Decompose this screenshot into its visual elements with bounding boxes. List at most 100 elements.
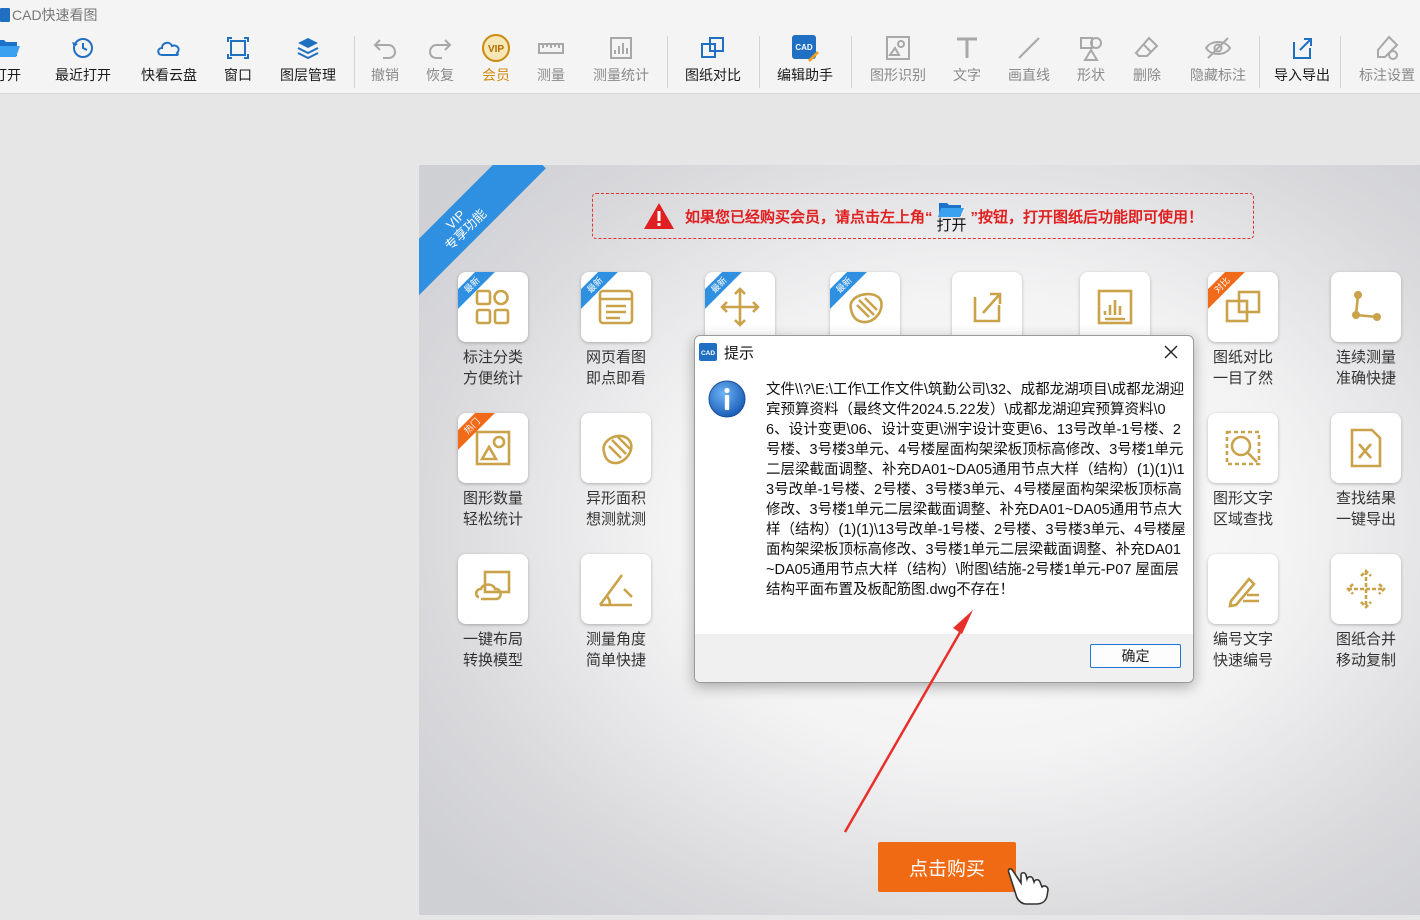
feature-title: 标注分类 [462,349,523,366]
feature-tile-numbering[interactable]: 编号文字 快速编号 [1193,554,1293,674]
toolbar-button-line[interactable]: 画直线 [998,30,1060,94]
feature-subtitle: 方便统计 [462,370,523,387]
toolbar-label: 测量 [537,67,565,83]
undo-icon-wrap [358,30,412,66]
line-icon [1018,37,1040,59]
import-export-icon [1293,38,1312,59]
feature-icon-box [1331,413,1401,483]
feature-subtitle: 快速编号 [1212,652,1273,669]
feature-icon-box [581,413,651,483]
toolbar-separator [667,36,668,88]
feature-subtitle: 简单快捷 [585,652,646,669]
toolbar-label: 图层管理 [280,67,336,83]
annotation-settings-icon-wrap [1348,30,1420,66]
eye-hide-icon [1204,37,1232,59]
feature-title: 查找结果 [1335,490,1396,507]
toolbar-button-text[interactable]: 文字 [940,30,994,94]
toolbar-button-eye-hide[interactable]: 隐藏标注 [1180,30,1256,94]
toolbar-button-redo[interactable]: 恢复 [413,30,467,94]
toolbar-button-compare[interactable]: 图纸对比 [674,30,752,94]
edit-assistant-icon-text: CAD [795,43,813,52]
layers-icon-wrap [270,30,346,66]
feature-icon-box: 最新 [581,272,651,342]
cad-app-icon: CAD [699,343,717,361]
toolbar-button-eraser[interactable]: 删除 [1120,30,1174,94]
eraser-icon-wrap [1120,30,1174,66]
toolbar-label: 隐藏标注 [1190,67,1246,83]
toolbar-label: 撤销 [371,67,399,83]
feature-title: 图纸对比 [1212,349,1273,366]
toolbar-button-cloud[interactable]: 快看云盘 [130,30,208,94]
toolbar-separator [354,36,355,88]
feature-subtitle: 移动复制 [1335,652,1396,669]
folder-open-icon [938,202,965,217]
toolbar-button-edit-assistant[interactable]: CAD 编辑助手 [766,30,844,94]
toolbar-separator [851,36,852,88]
feature-icon-box [1331,554,1401,624]
feature-icon-box [581,554,651,624]
toolbar-button-history[interactable]: 最近打开 [44,30,122,94]
merge-move-icon [1346,569,1386,609]
toolbar-button-layers[interactable]: 图层管理 [270,30,346,94]
vip-icon-text: VIP [488,44,504,55]
feature-tile-continuous-measure[interactable]: 连续测量 准确快捷 [1316,272,1416,392]
message-dialog: CAD 提示 文件\\?\E:\工作\工作文件\筑勤公司\32、成都龙湖项目\成… [694,335,1194,683]
feature-tile-region-search[interactable]: 图形文字 区域查找 [1193,413,1293,533]
folder-open-icon [0,40,20,57]
toolbar-label: 图形识别 [870,67,926,83]
dialog-close-button[interactable] [1159,340,1183,364]
toolbar-button-annotation-settings[interactable]: 标注设置 [1348,30,1420,94]
redo-icon-wrap [413,30,467,66]
feature-subtitle: 想测就测 [585,511,646,528]
edit-assistant-icon: CAD [792,35,819,62]
feature-icon-box [1208,554,1278,624]
main-toolbar: 打开 最近打开 快看云盘 窗口 图层管理 撤销 恢复 VIP 会员 测量 测量统计 图纸对比 CAD 编辑… [0,30,1420,94]
ruler-icon-wrap [524,30,578,66]
toolbar-button-import-export[interactable]: 导入导出 [1266,30,1338,94]
feature-tile-compare[interactable]: 对比 图纸对比 一目了然 [1193,272,1293,392]
feature-tile-result-export[interactable]: 查找结果 一键导出 [1316,413,1416,533]
measure-stats-icon-wrap [584,30,658,66]
feature-tile-web-view[interactable]: 最新 网页看图 即点即看 [566,272,666,392]
toolbar-button-shape-recognize[interactable]: 图形识别 [860,30,936,94]
compare-icon [701,37,724,58]
feature-subtitle: 一键导出 [1335,511,1396,528]
feature-tile-angle-measure[interactable]: 测量角度 简单快捷 [566,554,666,674]
feature-icon-box [1080,272,1150,342]
toolbar-label: 画直线 [1008,67,1050,83]
feature-icon-box: 热门 [458,413,528,483]
feature-title: 图纸合并 [1335,631,1396,648]
feature-tile-merge-move[interactable]: 图纸合并 移动复制 [1316,554,1416,674]
feature-icon-box [1331,272,1401,342]
shape-fill-icon [849,292,883,324]
app-logo-icon [0,8,10,22]
pointer-hand-icon [1007,868,1049,905]
toolbar-button-shapes[interactable]: 形状 [1064,30,1118,94]
shapes-icon [1080,37,1102,61]
buy-button[interactable]: 点击购买 [878,842,1016,892]
ok-button[interactable]: 确定 [1090,644,1181,668]
toolbar-button-folder-open[interactable]: 打开 [0,30,34,94]
feature-subtitle: 即点即看 [585,370,646,387]
toolbar-label: 测量统计 [593,67,649,83]
toolbar-button-window[interactable]: 窗口 [212,30,264,94]
toolbar-button-measure-stats[interactable]: 测量统计 [584,30,658,94]
eraser-icon [1134,36,1159,57]
dialog-titlebar: CAD 提示 [695,336,1193,368]
feature-tile-irregular-area[interactable]: 异形面积 想测就测 [566,413,666,533]
feature-tile-layout-convert[interactable]: 一键布局 转换模型 [443,554,543,674]
warning-icon [643,203,674,229]
measure-stats-icon [610,37,632,59]
feature-tile-shape-count[interactable]: 热门 图形数量 轻松统计 [443,413,543,533]
feature-icon-box: 对比 [1208,272,1278,342]
feature-icon-box: 最新 [458,272,528,342]
import-export-icon-wrap [1266,30,1338,66]
toolbar-button-ruler[interactable]: 测量 [524,30,578,94]
toolbar-button-vip[interactable]: VIP 会员 [468,30,524,94]
feature-tile-tag-classify[interactable]: 最新标注分类方便统计 [443,272,543,392]
title-bar: CAD快速看图 [0,0,1420,30]
toolbar-separator [1259,36,1260,88]
toolbar-button-undo[interactable]: 撤销 [358,30,412,94]
layers-icon [297,38,319,60]
angle-measure-icon [598,574,633,607]
